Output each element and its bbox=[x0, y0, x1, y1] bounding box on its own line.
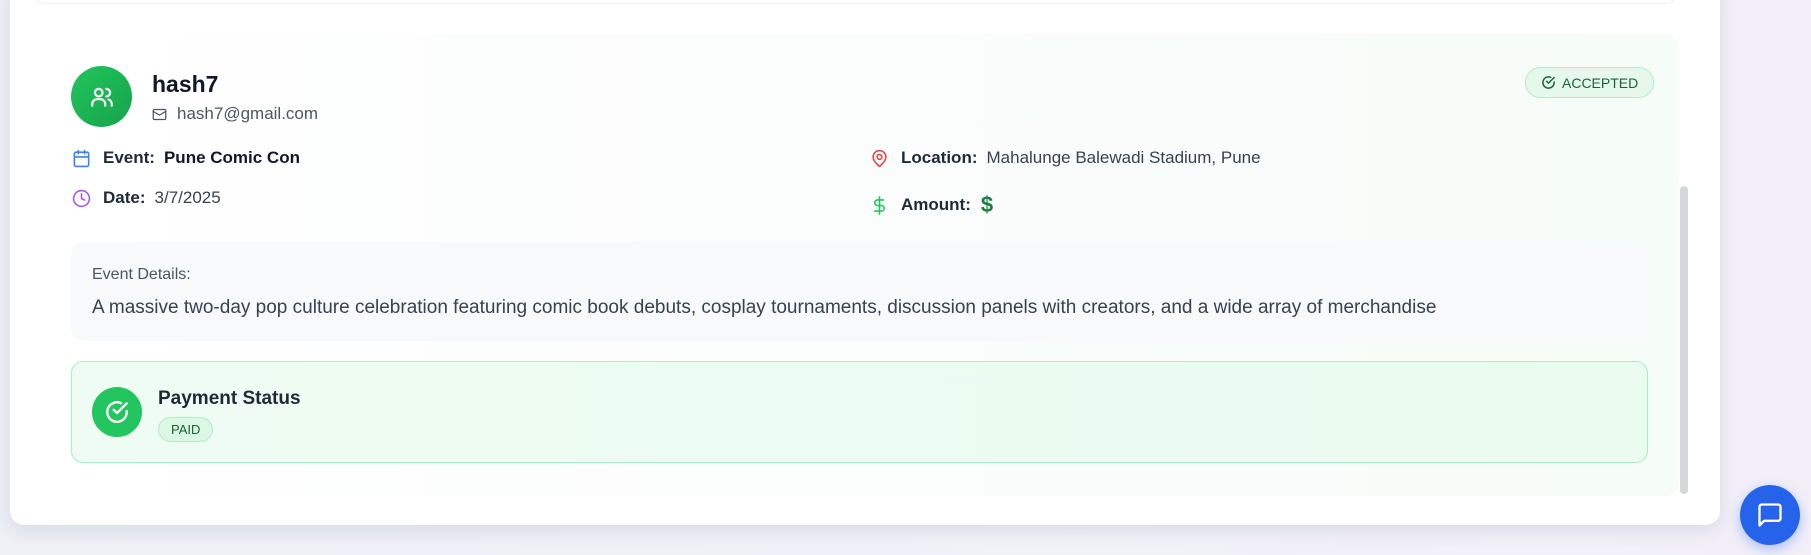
booking-email: hash7@gmail.com bbox=[177, 104, 319, 123]
check-circle-icon bbox=[1542, 76, 1555, 89]
calendar-icon bbox=[73, 149, 90, 167]
payment-status-box: Payment Status PAID bbox=[71, 361, 1648, 463]
location-label: Location: bbox=[901, 148, 978, 167]
clock-icon bbox=[72, 189, 91, 207]
chat-button[interactable] bbox=[1740, 485, 1800, 545]
date-label: Date: bbox=[103, 188, 146, 207]
date-row: Date: 3/7/2025 bbox=[72, 188, 221, 208]
event-details-box: Event Details: A massive two-day pop cul… bbox=[71, 242, 1648, 341]
user-avatar bbox=[71, 66, 132, 127]
event-details-text: A massive two-day pop culture celebratio… bbox=[92, 297, 1437, 318]
event-label: Event: bbox=[103, 148, 155, 167]
check-circle-icon bbox=[106, 401, 128, 423]
booking-username: hash7 bbox=[152, 71, 219, 97]
scrollbar-thumb[interactable] bbox=[1680, 186, 1688, 494]
payment-status-title: Payment Status bbox=[158, 388, 301, 409]
payment-status-icon bbox=[92, 387, 142, 437]
event-details-label: Event Details: bbox=[92, 266, 191, 283]
event-name: Pune Comic Con bbox=[163, 148, 300, 167]
previous-booking-card bbox=[32, 0, 1678, 4]
status-badge: ACCEPTED bbox=[1525, 67, 1655, 98]
status-badge-label: ACCEPTED bbox=[1562, 74, 1639, 91]
users-icon bbox=[90, 87, 113, 107]
amount-label: Amount: bbox=[901, 195, 971, 214]
location-row: Location: Mahalunge Balewadi Stadium, Pu… bbox=[870, 148, 1261, 168]
date-value: 3/7/2025 bbox=[154, 188, 221, 207]
chat-bubble-icon bbox=[1758, 503, 1782, 527]
event-row: Event: Pune Comic Con bbox=[72, 148, 300, 168]
booking-email-row: hash7@gmail.com bbox=[152, 104, 318, 124]
amount-row: Amount: $ bbox=[870, 192, 993, 218]
amount-value: $ bbox=[980, 192, 994, 217]
map-pin-icon bbox=[872, 149, 887, 167]
location-value: Mahalunge Balewadi Stadium, Pune bbox=[986, 148, 1261, 167]
mail-icon bbox=[152, 108, 167, 120]
dollar-icon bbox=[873, 195, 885, 215]
paid-badge: PAID bbox=[158, 417, 214, 442]
